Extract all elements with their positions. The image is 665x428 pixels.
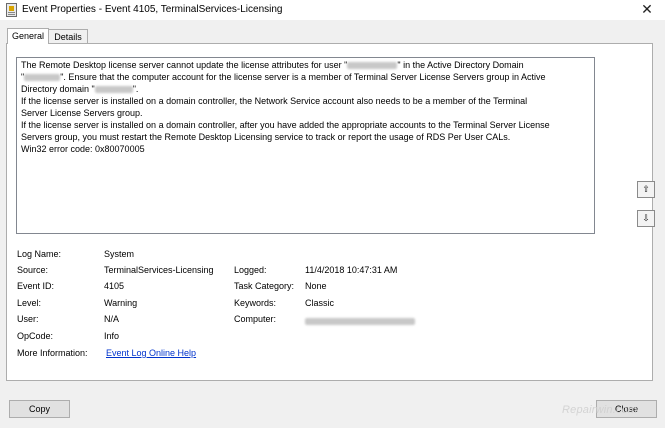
source-label: Source: [17,265,49,275]
description-line: " ". Ensure that the computer account for… [21,72,546,82]
close-window-icon[interactable]: ✕ [639,1,655,17]
opcode-label: OpCode: [17,331,54,341]
description-line: The Remote Desktop license server cannot… [21,60,524,70]
tab-general[interactable]: General [7,28,49,44]
arrow-down-icon: ⇩ [642,213,650,223]
keywords-label: Keywords: [234,298,277,308]
tab-details[interactable]: Details [48,29,88,44]
task-category-label: Task Category: [234,281,295,291]
general-panel: The Remote Desktop license server cannot… [6,43,653,381]
event-viewer-icon [6,3,17,17]
level-value: Warning [104,298,138,308]
description-line: If the license server is installed on a … [21,96,528,106]
redacted-user [347,62,398,70]
watermark: Repairwin.com [562,404,638,416]
event-log-online-help-link[interactable]: Event Log Online Help [106,348,196,358]
task-category-value: None [305,281,327,291]
description-line: Directory domain " ". [21,84,139,94]
keywords-value: Classic [305,298,335,308]
title-bar: Event Properties - Event 4105, TerminalS… [0,0,665,20]
copy-button[interactable]: Copy [9,400,70,418]
arrow-up-icon: ⇧ [642,184,650,194]
user-label: User: [17,314,39,324]
description-line: Server License Servers group. [21,108,143,118]
log-name-label: Log Name: [17,249,62,259]
computer-value-redacted [305,316,415,326]
previous-event-button[interactable]: ⇧ [637,181,655,198]
computer-label: Computer: [234,314,277,324]
user-value: N/A [104,314,120,324]
event-description-box[interactable]: The Remote Desktop license server cannot… [16,57,595,234]
source-value: TerminalServices-Licensing [104,265,214,275]
log-name-value: System [104,249,135,259]
level-label: Level: [17,298,42,308]
logged-value: 11/4/2018 10:47:31 AM [305,265,398,275]
redacted-domain [94,86,133,94]
more-information-label: More Information: [17,348,88,358]
opcode-value: Info [104,331,120,341]
description-line: Servers group, you must restart the Remo… [21,132,511,142]
description-line: Win32 error code: 0x80070005 [21,144,145,154]
event-id-label: Event ID: [17,281,55,291]
redacted-domain [24,74,61,82]
description-line: If the license server is installed on a … [21,120,550,130]
event-id-value: 4105 [104,281,125,291]
next-event-button[interactable]: ⇩ [637,210,655,227]
logged-label: Logged: [234,265,267,275]
window-title: Event Properties - Event 4105, TerminalS… [22,4,283,15]
